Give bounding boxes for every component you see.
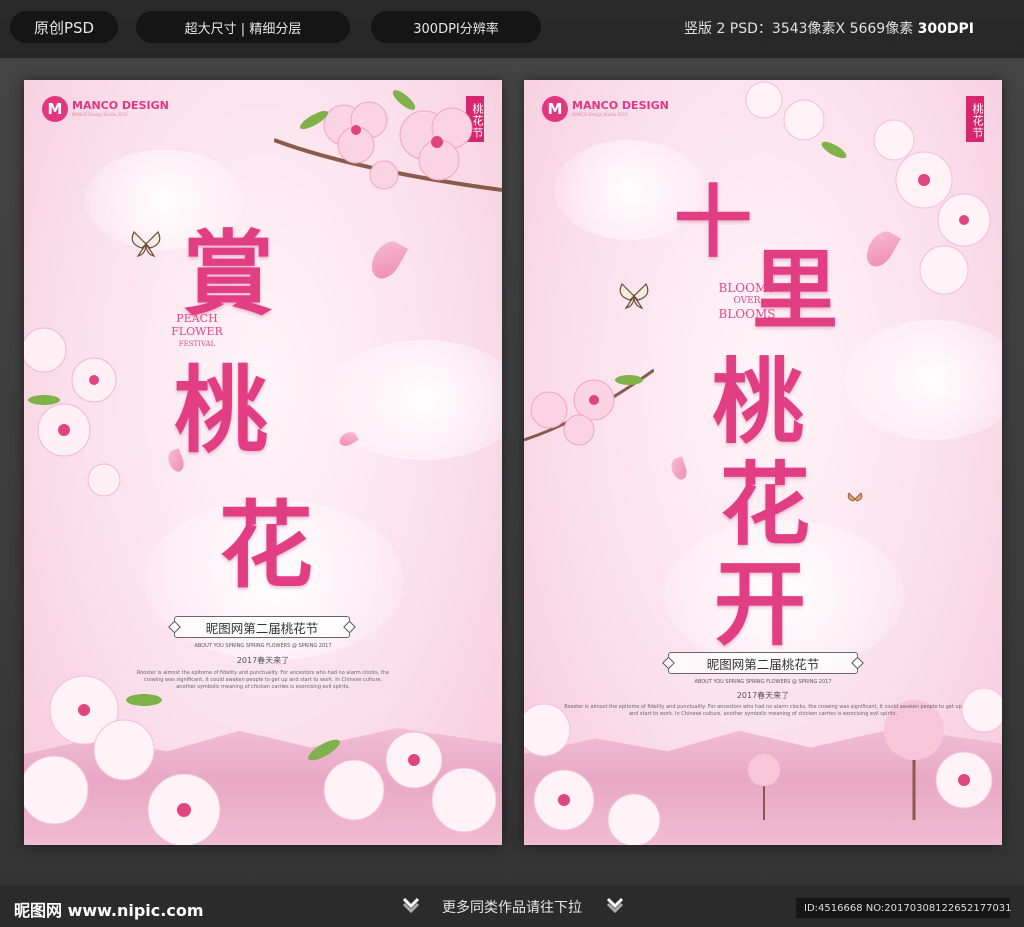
festival-tagline: 昵图网第二届桃花节 <box>668 652 858 674</box>
petal-decoration <box>668 456 690 482</box>
more-works-link[interactable]: 更多同类作品请往下拉 <box>442 897 582 917</box>
logo-text: MANCO DESIGN <box>572 99 669 112</box>
english-line: FLOWER <box>171 325 223 338</box>
spec-dpi: 300DPI <box>917 21 974 37</box>
butterfly-icon <box>131 230 161 257</box>
butterfly-icon <box>619 282 649 309</box>
title-char: 花 <box>219 491 314 601</box>
bottom-bar: 昵图网 www.nipic.com 更多同类作品请往下拉 ID:4516668 … <box>0 886 1024 927</box>
logo-mark-icon: M <box>42 96 68 122</box>
tag-original-psd: 原创PSD <box>10 11 118 43</box>
description-paragraph: Rooster is almost the epitome of fidelit… <box>136 670 390 690</box>
work-id-label: ID:4516668 NO:20170308122652177031 <box>796 898 1012 918</box>
english-subtitle: BLOOMS OVER BLOOMS <box>712 282 782 321</box>
spec-text: 竖版 2 PSD：3543像素X 5669像素 300DPI <box>684 18 974 38</box>
peach-blossom-cluster-icon <box>274 90 502 192</box>
date-line: 2017春天来了 <box>236 656 290 665</box>
petal-decoration <box>365 236 409 284</box>
brand-logo: M MANCO DESIGN MANCO Design Studio 2015 <box>542 96 669 122</box>
butterfly-icon <box>847 492 863 502</box>
tag-dpi: 300DPI分辨率 <box>371 11 541 43</box>
logo-text: MANCO DESIGN <box>72 99 169 112</box>
english-subtitle: PEACH FLOWER FESTIVAL <box>162 312 232 351</box>
spec-size: 竖版 2 PSD：3543像素X 5669像素 <box>684 21 918 37</box>
english-line: FESTIVAL <box>178 340 216 348</box>
title-char: 十 <box>674 177 753 268</box>
logo-subtext: MANCO Design Studio 2015 <box>72 112 128 117</box>
peach-blossom-branch-icon <box>24 327 121 497</box>
english-line: BLOOMS <box>718 281 776 295</box>
peach-blossom-branch-icon <box>524 368 654 446</box>
chevron-down-icon[interactable] <box>400 893 422 915</box>
preview-stage: M MANCO DESIGN MANCO Design Studio 2015 … <box>0 58 1024 886</box>
poster-right[interactable]: M MANCO DESIGN MANCO Design Studio 2015 … <box>524 80 1002 845</box>
sub-english-line: ABOUT YOU SPRING SPRING FLOWERS @ SPRING… <box>694 679 832 685</box>
english-line: PEACH <box>176 312 218 325</box>
description-paragraph: Rooster is almost the epitome of fidelit… <box>564 704 962 717</box>
tag-size-layers: 超大尺寸 | 精细分层 <box>136 11 350 43</box>
logo-mark-icon: M <box>542 96 568 122</box>
title-char: 桃 <box>174 356 269 466</box>
brand-logo: M MANCO DESIGN MANCO Design Studio 2015 <box>42 96 169 122</box>
chevron-down-icon[interactable] <box>604 893 626 915</box>
english-line: BLOOMS <box>718 307 776 321</box>
logo-subtext: MANCO Design Studio 2015 <box>572 112 628 117</box>
date-line: 2017春天来了 <box>736 691 790 700</box>
title-char: 开 <box>714 550 807 658</box>
sub-english-line: ABOUT YOU SPRING SPRING FLOWERS @ SPRING… <box>194 643 332 649</box>
festival-tagline: 昵图网第二届桃花节 <box>174 616 350 638</box>
poster-left[interactable]: M MANCO DESIGN MANCO Design Studio 2015 … <box>24 80 502 845</box>
site-watermark[interactable]: 昵图网 www.nipic.com <box>14 897 204 921</box>
top-info-bar: 原创PSD 超大尺寸 | 精细分层 300DPI分辨率 竖版 2 PSD：354… <box>0 0 1024 58</box>
cloud-decoration <box>844 320 1002 440</box>
